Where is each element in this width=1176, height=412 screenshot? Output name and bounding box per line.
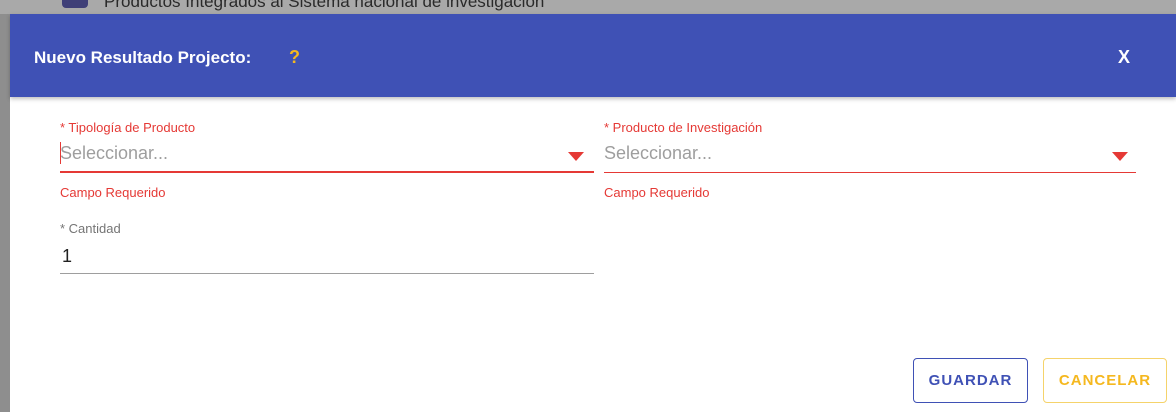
dialog-header: Nuevo Resultado Projecto: ? X	[10, 14, 1176, 97]
cantidad-value: 1	[62, 246, 73, 266]
chevron-down-icon[interactable]	[1112, 152, 1128, 161]
background-content: Productos Integrados al Sistema nacional…	[0, 0, 1176, 14]
help-icon[interactable]: ?	[289, 47, 300, 68]
new-result-dialog: Nuevo Resultado Projecto: ? X * Tipologí…	[10, 14, 1176, 412]
producto-placeholder: Seleccionar...	[604, 143, 713, 163]
producto-error: Campo Requerido	[604, 185, 710, 200]
modal-overlay	[0, 14, 10, 412]
producto-label: * Producto de Investigación	[604, 120, 763, 135]
cantidad-field: * Cantidad 1	[60, 221, 594, 274]
producto-field: * Producto de Investigación Seleccionar.…	[604, 120, 1136, 173]
producto-select[interactable]: Seleccionar...	[604, 139, 1136, 173]
background-icon	[62, 0, 88, 8]
tipologia-field: * Tipología de Producto Seleccionar...	[60, 120, 594, 173]
tipologia-error: Campo Requerido	[60, 185, 166, 200]
save-button[interactable]: GUARDAR	[913, 358, 1028, 403]
tipologia-label: * Tipología de Producto	[60, 120, 196, 135]
cantidad-label: * Cantidad	[60, 221, 121, 236]
chevron-down-icon[interactable]	[568, 152, 584, 161]
background-text: Productos Integrados al Sistema nacional…	[104, 0, 545, 11]
close-button[interactable]: X	[1114, 47, 1134, 68]
tipologia-select[interactable]: Seleccionar...	[60, 139, 594, 173]
cancel-button[interactable]: CANCELAR	[1043, 358, 1167, 403]
cantidad-input[interactable]: 1	[60, 240, 594, 274]
tipologia-placeholder: Seleccionar...	[60, 143, 169, 163]
dialog-title: Nuevo Resultado Projecto:	[34, 48, 252, 67]
